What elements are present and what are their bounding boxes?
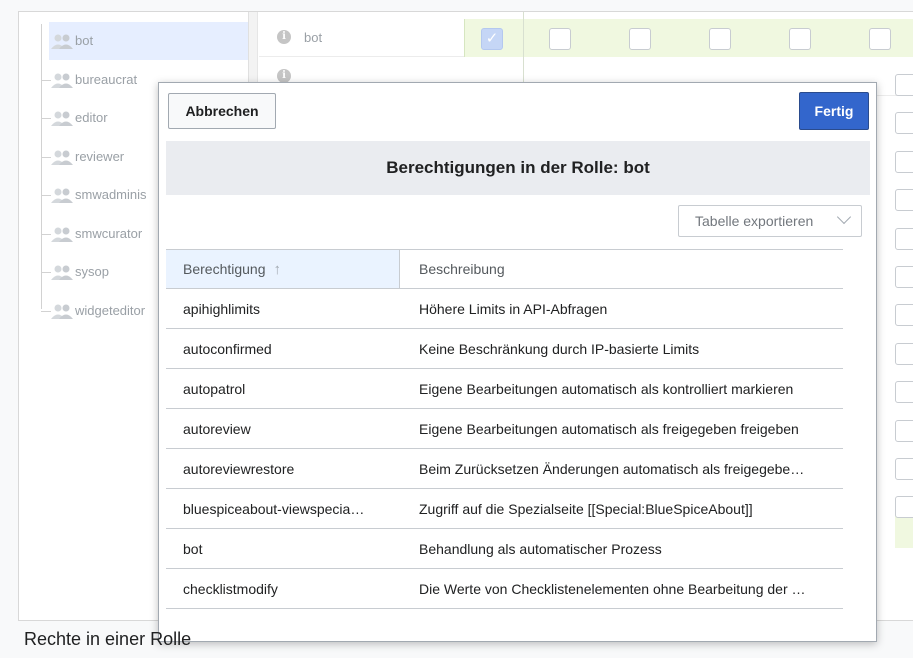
grid-checkbox[interactable]: [549, 28, 571, 50]
table-row[interactable]: bot Behandlung als automatischer Prozess: [166, 529, 843, 569]
table-row[interactable]: autopatrol Eigene Bearbeitungen automatis…: [166, 369, 843, 409]
tree-branch: [41, 156, 51, 158]
chevron-down-icon: [836, 209, 852, 225]
tree-branch: [41, 310, 51, 312]
cancel-button[interactable]: Abbrechen: [168, 93, 276, 129]
grid-checkbox[interactable]: [895, 458, 913, 480]
export-table-dropdown[interactable]: Tabelle exportieren: [678, 205, 862, 237]
users-icon: [51, 265, 73, 280]
dialog-title: Berechtigungen in der Rolle: bot: [166, 141, 870, 195]
permission-cell: checklistmodify: [183, 581, 278, 597]
users-icon: [51, 34, 73, 49]
users-icon: [51, 304, 73, 319]
permission-cell: autopatrol: [183, 381, 246, 397]
tree-item-label: bot: [75, 33, 94, 48]
column-header-description[interactable]: Beschreibung: [401, 250, 505, 288]
description-cell: Zugriff auf die Spezialseite [[Special:B…: [419, 501, 753, 517]
export-label: Tabelle exportieren: [695, 213, 814, 229]
tree-item-label: editor: [75, 110, 108, 125]
table-row[interactable]: autoreviewrestore Beim Zurücksetzen Änder…: [166, 449, 843, 489]
description-cell: Behandlung als automatischer Prozess: [419, 541, 662, 557]
table-row[interactable]: autoreview Eigene Bearbeitungen automatis…: [166, 409, 843, 449]
table-row[interactable]: checklistmodify Die Werte von Checklisten…: [166, 569, 843, 609]
grid-checkbox[interactable]: [895, 342, 913, 365]
column-header-label: Berechtigung: [183, 261, 266, 277]
tree-item-label: reviewer: [75, 148, 125, 164]
grid-role-label: bot: [304, 30, 323, 45]
permission-cell: autoreviewrestore: [183, 461, 295, 477]
column-header-permission[interactable]: Berechtigung ↑: [166, 250, 400, 288]
permission-cell: bluespiceabout-viewspecia…: [183, 501, 365, 517]
granted-checkbox[interactable]: ✓: [481, 28, 503, 50]
tree-item-label: smwadminis: [75, 187, 147, 202]
table-row[interactable]: autoconfirmed Keine Beschränkung durch IP…: [166, 329, 843, 369]
users-icon: [51, 73, 73, 88]
users-icon: [51, 188, 73, 203]
users-icon: [51, 150, 73, 165]
grid-checkbox[interactable]: [895, 227, 913, 250]
info-icon[interactable]: i: [277, 30, 291, 44]
description-cell: Beim Zurücksetzen Änderungen automatisch…: [419, 461, 805, 477]
granted-area: ✓: [464, 19, 913, 57]
grid-checkbox[interactable]: [895, 112, 913, 135]
table-header: Berechtigung ↑ Beschreibung: [166, 249, 843, 289]
description-cell: Die Werte von Checklistenelementen ohne …: [419, 581, 806, 597]
grid-checkbox[interactable]: [869, 28, 891, 50]
grid-checkbox[interactable]: [895, 381, 913, 404]
permission-cell: bot: [183, 541, 203, 557]
grid-checkbox[interactable]: [895, 74, 913, 96]
grid-checkbox[interactable]: [895, 496, 913, 519]
grid-checkbox[interactable]: [895, 266, 913, 288]
tree-item-label: smwcurator: [75, 225, 143, 241]
description-cell: Keine Beschränkung durch IP-basierte Lim…: [419, 341, 700, 357]
permission-cell: autoreview: [183, 421, 251, 437]
tree-item[interactable]: bot: [49, 22, 248, 60]
grid-checkbox[interactable]: [895, 189, 913, 212]
done-button[interactable]: Fertig: [799, 92, 869, 130]
tree-branch: [41, 118, 51, 119]
description-cell: Eigene Bearbeitungen automatisch als kon…: [419, 381, 794, 397]
tree-item-label: bureaucrat: [75, 71, 138, 87]
tree-branch: [41, 79, 51, 81]
figure-caption: Rechte in einer Rolle: [24, 629, 192, 649]
description-cell: Eigene Bearbeitungen automatisch als fre…: [419, 421, 799, 437]
users-icon: [51, 111, 73, 126]
tree-branch: [41, 272, 51, 273]
table-row[interactable]: bluespiceabout-viewspecia… Zugriff auf di…: [166, 489, 843, 529]
grid-checkbox[interactable]: [895, 304, 913, 327]
grid-checkbox[interactable]: [629, 28, 651, 50]
sort-ascending-icon: ↑: [273, 261, 282, 278]
description-cell: Höhere Limits in API-Abfragen: [419, 301, 608, 317]
permission-cell: autoconfirmed: [183, 341, 272, 357]
permissions-dialog: Abbrechen Fertig Berechtigungen in der R…: [158, 82, 877, 642]
tree-item-label: sysop: [75, 264, 109, 279]
tree-branch: [41, 233, 51, 235]
grid-checkbox[interactable]: [789, 28, 811, 50]
grid-checkbox[interactable]: [895, 419, 913, 442]
grid-row: i bot ✓: [259, 19, 913, 57]
grid-checkbox[interactable]: [895, 150, 913, 173]
tree-item-label: widgeteditor: [75, 302, 146, 318]
grid-checkbox[interactable]: [709, 28, 731, 50]
users-icon: [51, 227, 73, 242]
info-icon[interactable]: i: [277, 69, 291, 83]
permission-cell: apihighlimits: [183, 301, 261, 317]
table-row[interactable]: apihighlimits Höhere Limits in API-Abfrag…: [166, 289, 843, 329]
tree-branch: [41, 195, 51, 196]
